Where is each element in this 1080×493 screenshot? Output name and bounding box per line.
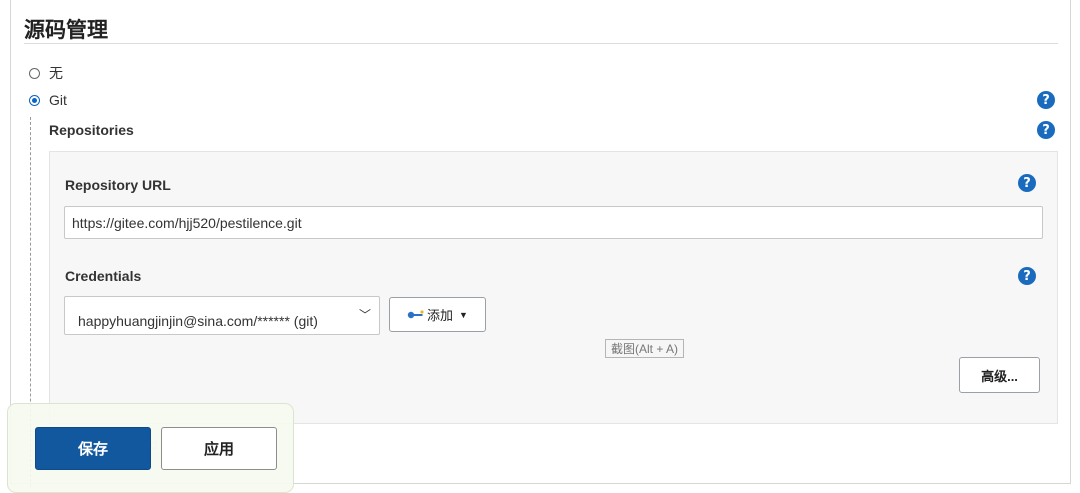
repository-url-input[interactable] — [64, 206, 1043, 239]
scm-option-none[interactable]: 无 — [29, 63, 63, 83]
radio-git[interactable] — [29, 94, 40, 106]
scm-option-git-label: Git — [49, 92, 67, 108]
chevron-down-icon: ﹀ — [358, 308, 371, 322]
repositories-help-icon[interactable]: ? — [1037, 121, 1055, 139]
credentials-select[interactable]: happyhuangjinjin@sina.com/****** (git) ﹀ — [64, 296, 380, 335]
repository-url-help-icon[interactable]: ? — [1018, 174, 1036, 192]
section-divider — [24, 43, 1058, 44]
section-title: 源码管理 — [24, 18, 108, 42]
repository-url-label: Repository URL — [65, 177, 171, 193]
credentials-help-icon[interactable]: ? — [1018, 267, 1036, 285]
caret-down-icon: ▼ — [459, 309, 468, 320]
credentials-selected-value: happyhuangjinjin@sina.com/****** (git) — [78, 313, 318, 329]
key-icon — [407, 309, 425, 320]
radio-none[interactable] — [29, 67, 40, 79]
repository-panel — [49, 151, 1058, 424]
scm-option-git[interactable]: Git — [29, 92, 67, 108]
add-button-label: 添加 — [427, 308, 454, 323]
repositories-label: Repositories — [49, 122, 134, 138]
scm-option-none-label: 无 — [49, 65, 63, 81]
advanced-button[interactable]: 高级... — [959, 357, 1040, 393]
save-button[interactable]: 保存 — [35, 427, 151, 470]
add-credentials-button[interactable]: 添加 ▼ — [389, 297, 486, 332]
apply-button[interactable]: 应用 — [161, 427, 277, 470]
credentials-label: Credentials — [65, 268, 142, 284]
screenshot-tooltip: 截图(Alt + A) — [605, 339, 685, 358]
git-help-icon[interactable]: ? — [1037, 91, 1055, 109]
